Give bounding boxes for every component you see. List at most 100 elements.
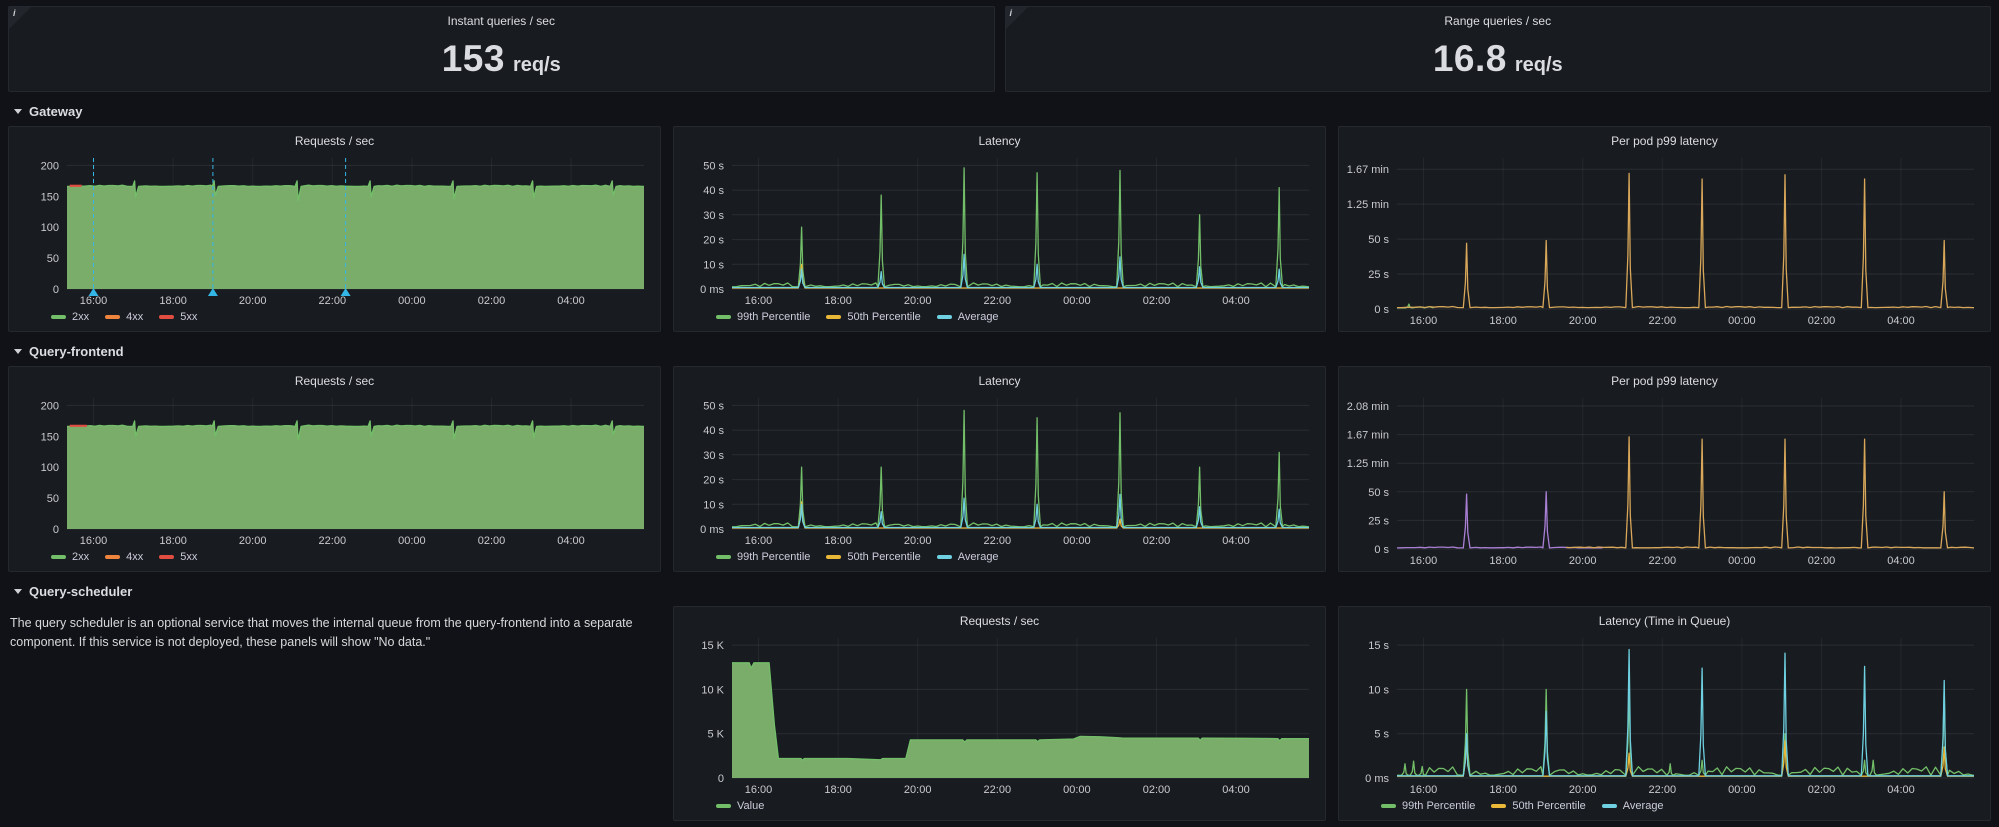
panel-title[interactable]: Per pod p99 latency bbox=[1347, 132, 1982, 150]
x-tick-label: 00:00 bbox=[1063, 784, 1091, 796]
panel-title[interactable]: Latency (Time in Queue) bbox=[1347, 612, 1982, 630]
y-tick-label: 100 bbox=[41, 222, 59, 234]
x-tick-label: 16:00 bbox=[1410, 315, 1438, 327]
x-tick-label: 16:00 bbox=[1410, 784, 1438, 796]
chart-legend: Value bbox=[682, 796, 1317, 816]
legend-item-average[interactable]: Average bbox=[1601, 800, 1664, 812]
legend-item-4xx[interactable]: 4xx bbox=[105, 311, 143, 323]
chart-legend: 99th Percentile 50th Percentile Average bbox=[682, 547, 1317, 567]
y-tick-label: 20 s bbox=[703, 475, 724, 487]
series-line-99th Percentile bbox=[1397, 688, 1974, 776]
panel-title[interactable]: Latency bbox=[682, 132, 1317, 150]
legend-label: 99th Percentile bbox=[737, 311, 811, 323]
legend-item-average[interactable]: Average bbox=[936, 551, 999, 563]
chart-qs-latency[interactable]: 0 ms 5 s 10 s 15 s 16:00 18:00 20:00 22:00 00:00… bbox=[1347, 630, 1982, 796]
legend-item-50th-percentile[interactable]: 50th Percentile bbox=[826, 551, 921, 563]
legend-label: 50th Percentile bbox=[847, 311, 921, 323]
x-tick-label: 16:00 bbox=[80, 535, 108, 547]
legend-item-99th-percentile[interactable]: 99th Percentile bbox=[716, 551, 810, 563]
query-frontend-charts-row: Requests / sec 0 50 100 150 200 16:00 18:00 20:… bbox=[8, 366, 1991, 572]
x-tick-label: 02:00 bbox=[1143, 295, 1171, 307]
legend-label: 50th Percentile bbox=[847, 551, 921, 563]
stat-value-area: 153 req/s bbox=[17, 30, 986, 87]
chart-legend: 2xx 4xx 5xx bbox=[17, 547, 652, 567]
series-line-pod-old bbox=[1396, 491, 1603, 549]
legend-label: Value bbox=[737, 800, 765, 812]
legend-swatch bbox=[51, 555, 66, 559]
legend-item-99th-percentile[interactable]: 99th Percentile bbox=[1381, 800, 1475, 812]
series-line-Average bbox=[732, 493, 1309, 529]
section-header-query-scheduler[interactable]: Query-scheduler bbox=[8, 580, 1991, 602]
legend-swatch bbox=[1491, 804, 1507, 808]
legend-item-5xx[interactable]: 5xx bbox=[159, 311, 197, 323]
panel-title-instant-queries[interactable]: Instant queries / sec bbox=[17, 12, 986, 30]
y-tick-label: 10 s bbox=[703, 259, 724, 271]
legend-label: 4xx bbox=[126, 311, 144, 323]
x-tick-label: 22:00 bbox=[1649, 555, 1677, 567]
legend-item-average[interactable]: Average bbox=[936, 311, 999, 323]
chart-gateway-perpod-latency[interactable]: 0 s 25 s 50 s 1.25 min 1.67 min 16:00 18:00 20:… bbox=[1347, 150, 1982, 327]
y-tick-label: 40 s bbox=[703, 425, 724, 437]
x-tick-label: 20:00 bbox=[1569, 555, 1597, 567]
legend-item-2xx[interactable]: 2xx bbox=[51, 551, 89, 563]
legend-item-4xx[interactable]: 4xx bbox=[105, 551, 143, 563]
x-tick-label: 20:00 bbox=[904, 295, 932, 307]
panel-gateway-requests: Requests / sec 0 50 100 150 200 16:00 18:00 20:… bbox=[8, 126, 661, 332]
x-tick-label: 04:00 bbox=[1887, 555, 1915, 567]
chart-qs-requests[interactable]: 0 5 K 10 K 15 K 16:00 18:00 20:00 22:00 00:00 02:… bbox=[682, 630, 1317, 796]
x-tick-label: 04:00 bbox=[557, 295, 585, 307]
stats-row: i Instant queries / sec 153 req/s i Rang… bbox=[8, 6, 1991, 92]
section-header-gateway[interactable]: Gateway bbox=[8, 100, 1991, 122]
x-tick-label: 22:00 bbox=[984, 535, 1012, 547]
panel-title[interactable]: Latency bbox=[682, 372, 1317, 390]
panel-gateway-latency: Latency 0 ms 10 s 20 s 30 s 40 s 50 s 16:00 18:… bbox=[673, 126, 1326, 332]
legend-label: 50th Percentile bbox=[1512, 800, 1586, 812]
legend-label: Average bbox=[957, 311, 999, 323]
y-tick-label: 200 bbox=[41, 400, 59, 412]
legend-swatch bbox=[716, 555, 731, 559]
y-tick-label: 15 K bbox=[701, 640, 724, 652]
info-glyph: i bbox=[13, 8, 16, 18]
chart-qf-perpod-latency[interactable]: 0 s 25 s 50 s 1.25 min 1.67 min 2.08 min 16:00… bbox=[1347, 390, 1982, 567]
section-header-query-frontend[interactable]: Query-frontend bbox=[8, 340, 1991, 362]
panel-title-range-queries[interactable]: Range queries / sec bbox=[1014, 12, 1983, 30]
y-tick-label: 20 s bbox=[703, 235, 724, 247]
legend-item-99th-percentile[interactable]: 99th Percentile bbox=[716, 311, 810, 323]
y-tick-label: 0 s bbox=[1374, 304, 1389, 316]
panel-title[interactable]: Per pod p99 latency bbox=[1347, 372, 1982, 390]
legend-item-50th-percentile[interactable]: 50th Percentile bbox=[1491, 800, 1586, 812]
panel-title[interactable]: Requests / sec bbox=[682, 612, 1317, 630]
x-tick-label: 00:00 bbox=[1728, 784, 1756, 796]
legend-item-2xx[interactable]: 2xx bbox=[51, 311, 89, 323]
panel-title[interactable]: Requests / sec bbox=[17, 132, 652, 150]
panel-info-icon[interactable]: i bbox=[9, 7, 31, 29]
y-tick-label: 1.67 min bbox=[1347, 164, 1389, 176]
x-tick-label: 22:00 bbox=[984, 784, 1012, 796]
x-tick-label: 02:00 bbox=[1143, 535, 1171, 547]
x-tick-label: 04:00 bbox=[1222, 535, 1250, 547]
x-tick-label: 00:00 bbox=[1728, 555, 1756, 567]
y-tick-label: 50 bbox=[47, 253, 59, 265]
chart-qf-latency[interactable]: 0 ms 10 s 20 s 30 s 40 s 50 s 16:00 18:00 20:00 2… bbox=[682, 390, 1317, 547]
legend-item-value[interactable]: Value bbox=[716, 800, 764, 812]
panel-info-icon[interactable]: i bbox=[1005, 7, 1028, 29]
panel-title[interactable]: Requests / sec bbox=[17, 372, 652, 390]
y-tick-label: 50 s bbox=[1368, 487, 1389, 499]
legend-item-5xx[interactable]: 5xx bbox=[159, 551, 197, 563]
legend-label: Average bbox=[1622, 800, 1664, 812]
x-tick-label: 18:00 bbox=[159, 295, 187, 307]
y-tick-label: 40 s bbox=[703, 185, 724, 197]
chart-gateway-requests[interactable]: 0 50 100 150 200 16:00 18:00 20:00 22:00 00:00 02:… bbox=[17, 150, 652, 307]
y-tick-label: 30 s bbox=[703, 210, 724, 222]
x-tick-label: 18:00 bbox=[824, 295, 852, 307]
y-tick-label: 0 ms bbox=[700, 524, 724, 536]
y-tick-label: 50 s bbox=[703, 400, 724, 412]
panel-qf-requests: Requests / sec 0 50 100 150 200 16:00 18:00 20:… bbox=[8, 366, 661, 572]
chevron-down-icon bbox=[14, 108, 22, 114]
x-tick-label: 20:00 bbox=[904, 784, 932, 796]
chart-qf-requests[interactable]: 0 50 100 150 200 16:00 18:00 20:00 22:00 00:00 02:… bbox=[17, 390, 652, 547]
legend-item-50th-percentile[interactable]: 50th Percentile bbox=[826, 311, 921, 323]
info-glyph: i bbox=[1009, 8, 1013, 18]
chart-gateway-latency[interactable]: 0 ms 10 s 20 s 30 s 40 s 50 s 16:00 18:00 20:00 2… bbox=[682, 150, 1317, 307]
legend-swatch bbox=[826, 315, 842, 319]
